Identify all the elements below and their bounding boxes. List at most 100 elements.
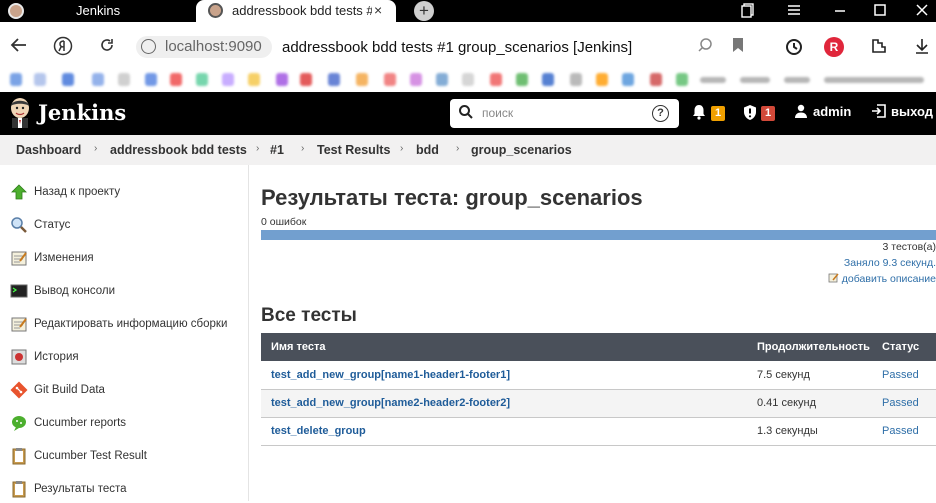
fail-count: 0 ошибок — [261, 216, 307, 228]
page-title: Результаты теста: group_scenarios — [261, 185, 643, 210]
sidebar-item-console-output[interactable]: Вывод консоли — [10, 281, 115, 301]
sidebar-item-back-to-project[interactable]: Назад к проекту — [10, 182, 120, 202]
notepad-icon — [10, 249, 28, 267]
notepad-edit-icon — [828, 273, 842, 285]
breadcrumb-build[interactable]: #1 — [270, 143, 284, 157]
bell-icon[interactable] — [692, 104, 706, 123]
bookmark-favicon-icon[interactable] — [462, 73, 474, 86]
bookmark-favicon-icon[interactable] — [34, 73, 46, 86]
sidebar-item-test-results[interactable]: Результаты теста — [10, 479, 127, 499]
reload-icon[interactable] — [98, 36, 116, 59]
test-name-cell: test_delete_group — [261, 417, 747, 446]
bookmark-favicon-icon[interactable] — [248, 73, 260, 86]
logout-icon[interactable] — [871, 104, 887, 121]
close-window-icon[interactable] — [914, 2, 930, 21]
security-badge[interactable]: 1 — [761, 106, 775, 121]
sidebar-item-cucumber-reports[interactable]: Cucumber reports — [10, 413, 126, 433]
browser-tab-active[interactable]: addressbook bdd tests #1 × — [196, 0, 396, 22]
bookmark-favicon-icon[interactable] — [145, 73, 157, 86]
jenkins-brand[interactable]: Jenkins — [38, 100, 126, 125]
test-name-cell: test_add_new_group[name1-header1-footer1… — [261, 361, 747, 390]
add-description-text[interactable]: добавить описание — [842, 273, 936, 285]
test-name-link[interactable]: test_add_new_group[name2-header2-footer2… — [271, 397, 510, 409]
new-tab-button[interactable]: + — [414, 1, 434, 21]
bookmark-favicon-icon[interactable] — [10, 73, 22, 86]
sidebar-item-status[interactable]: Статус — [10, 215, 70, 235]
history-icon — [10, 348, 28, 366]
test-name-link[interactable]: test_delete_group — [271, 425, 366, 437]
test-count: 3 тестов(а) — [882, 241, 936, 253]
column-header-test-name[interactable]: Имя теста — [261, 333, 747, 361]
duration-link[interactable]: Заняло 9.3 секунд. — [844, 257, 936, 269]
bookmark-favicon-icon[interactable] — [436, 73, 448, 86]
bookmark-favicon-icon[interactable] — [222, 73, 234, 86]
bookmark-favicon-icon[interactable] — [650, 73, 662, 86]
test-duration-cell: 1.3 секунды — [747, 417, 872, 446]
bookmark-favicon-icon[interactable] — [596, 73, 608, 86]
search-input[interactable] — [482, 104, 642, 122]
bookmark-favicon-icon[interactable] — [276, 73, 288, 86]
sidebar-item-history[interactable]: История — [10, 347, 79, 367]
extension-icon[interactable] — [870, 37, 888, 60]
bookmark-favicon-icon[interactable] — [356, 73, 368, 86]
breadcrumb-job[interactable]: addressbook bdd tests — [110, 143, 247, 157]
clipboard-icon — [10, 447, 28, 465]
cucumber-icon — [10, 414, 28, 432]
history-clock-icon[interactable] — [784, 37, 804, 62]
back-arrow-icon[interactable] — [10, 36, 28, 59]
bookmark-favicon-icon[interactable] — [62, 73, 74, 86]
test-name-link[interactable]: test_add_new_group[name1-header1-footer1… — [271, 369, 510, 381]
yandex-icon[interactable] — [53, 36, 73, 61]
breadcrumb-class[interactable]: group_scenarios — [471, 143, 572, 157]
menu-icon[interactable] — [786, 2, 802, 21]
globe-icon — [141, 39, 156, 54]
bookmark-favicon-icon[interactable] — [570, 73, 582, 86]
user-icon[interactable] — [794, 104, 808, 121]
sidebar-item-changes[interactable]: Изменения — [10, 248, 94, 268]
bookmark-favicon-icon[interactable] — [542, 73, 554, 86]
sidebar-item-label: Результаты теста — [34, 483, 127, 495]
clipboard-icon — [10, 480, 28, 498]
bookmark-favicon-icon[interactable] — [384, 73, 396, 86]
bookmark-favicon-icon[interactable] — [170, 73, 182, 86]
breadcrumb-test-results[interactable]: Test Results — [317, 143, 390, 157]
bookmark-favicon-icon[interactable] — [622, 73, 634, 86]
logout-link[interactable]: выход — [891, 104, 933, 119]
add-description-link[interactable]: добавить описание — [828, 272, 936, 285]
maximize-icon[interactable] — [872, 2, 888, 21]
sidebar-item-label: Назад к проекту — [34, 186, 121, 198]
sidebar-item-git-build-data[interactable]: Git Build Data — [10, 380, 105, 400]
tab-close-icon[interactable]: × — [374, 2, 382, 18]
tab-list-icon[interactable] — [740, 2, 756, 21]
sidebar-item-cucumber-test-result[interactable]: Cucumber Test Result — [10, 446, 147, 466]
duration-text[interactable]: Заняло 9.3 секунд. — [844, 257, 936, 269]
bookmark-favicon-icon[interactable] — [92, 73, 104, 86]
bookmark-favicon-icon[interactable] — [300, 73, 312, 86]
column-header-status[interactable]: Статус — [872, 333, 936, 361]
download-icon[interactable] — [914, 37, 930, 60]
bookmark-favicon-icon[interactable] — [328, 73, 340, 86]
url-host-chip[interactable]: localhost:9090 — [136, 36, 272, 58]
bookmark-favicon-icon[interactable] — [490, 73, 502, 86]
help-icon[interactable]: ? — [652, 105, 669, 122]
user-name-link[interactable]: admin — [813, 104, 851, 119]
shield-alert-icon[interactable] — [742, 104, 758, 124]
bookmark-icon[interactable] — [731, 37, 745, 58]
jenkins-logo-icon[interactable] — [8, 96, 32, 128]
bookmark-favicon-icon[interactable] — [196, 73, 208, 86]
bookmark-favicon-icon[interactable] — [516, 73, 528, 86]
notifications-badge[interactable]: 1 — [711, 106, 725, 121]
bookmark-favicon-icon[interactable] — [410, 73, 422, 86]
bookmark-favicon-icon[interactable] — [676, 73, 688, 86]
zoom-search-icon[interactable] — [697, 37, 713, 58]
bookmark-favicon-icon[interactable] — [118, 73, 130, 86]
minimize-icon[interactable] — [832, 2, 848, 21]
extension-r-icon[interactable]: R — [824, 37, 844, 57]
breadcrumb-package[interactable]: bdd — [416, 143, 439, 157]
column-header-duration[interactable]: Продолжительность — [747, 333, 872, 361]
breadcrumb-separator-icon: › — [301, 143, 305, 154]
sidebar-item-edit-build-info[interactable]: Редактировать информацию сборки — [10, 314, 227, 334]
address-page-title[interactable]: addressbook bdd tests #1 group_scenarios… — [282, 39, 632, 56]
browser-tab-jenkins[interactable]: Jenkins — [0, 0, 196, 22]
breadcrumb-dashboard[interactable]: Dashboard — [16, 143, 81, 157]
